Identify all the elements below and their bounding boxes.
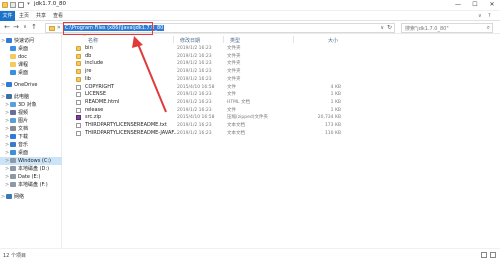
large-icons-view-icon[interactable] — [490, 252, 496, 258]
item-count: 12 个项目 — [3, 253, 26, 259]
annotation-arrow — [132, 36, 167, 113]
annotation-arrow-head — [132, 36, 143, 48]
details-view-icon[interactable] — [481, 252, 487, 258]
status-bar: 12 个项目 — [0, 248, 500, 260]
annotation-arrow-shaft — [137, 43, 167, 113]
